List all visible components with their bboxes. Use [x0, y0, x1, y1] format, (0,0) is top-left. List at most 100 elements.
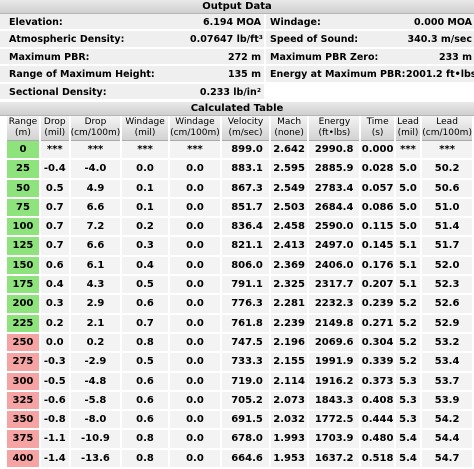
table-cell: 0.3 [40, 295, 69, 315]
table-cell: 0.6 [40, 256, 69, 277]
table-cell: 0.0 [169, 314, 221, 334]
output-value: 272 m [190, 48, 266, 67]
table-cell: 0.5 [122, 276, 168, 296]
column-header-unit: (mil) [397, 127, 419, 138]
table-cell: 851.7 [222, 198, 269, 219]
table-cell: *** [122, 140, 168, 161]
table-cell: 52.3 [422, 276, 472, 296]
table-cell: 0.5 [40, 179, 69, 199]
table-cell: -5.8 [70, 391, 121, 412]
table-cell: 821.1 [222, 237, 269, 257]
output-value: 0.233 lb/in² [190, 83, 266, 101]
column-header: Lead (mil) [395, 115, 421, 141]
table-row: 325 -0.6 -5.8 0.6 0.0 705.2 2.073 1843.3 0.408 5.… [7, 391, 472, 412]
table-cell: 2317.7 [309, 276, 360, 296]
table-cell: 0.0 [169, 179, 221, 199]
table-cell: 2406.0 [309, 256, 360, 277]
column-header-name: Windage [175, 116, 215, 127]
table-row: 175 0.4 4.3 0.5 0.0 791.1 2.325 2317.7 0.207 5.1 5… [7, 276, 472, 296]
table-cell: -0.6 [40, 391, 69, 412]
column-header-unit: (s) [371, 127, 384, 138]
table-cell: 0.176 [361, 256, 394, 277]
table-cell: 52.6 [422, 295, 472, 315]
output-data-title: Output Data [0, 0, 474, 14]
table-row: 200 0.3 2.9 0.6 0.0 776.3 2.281 2232.3 0.239 5.2 5… [7, 295, 472, 315]
table-cell: 0.6 [122, 391, 168, 412]
table-cell: 0.028 [361, 160, 394, 180]
table-row: 350 -0.8 -8.0 0.6 0.0 691.5 2.032 1772.5 0.444 5.… [7, 411, 472, 431]
table-cell: -1.4 [40, 449, 69, 469]
table-cell: 1703.9 [309, 430, 360, 450]
table-body: 0 *** *** *** *** 899.0 2.642 2990.8 0.000 *** ***… [7, 140, 472, 469]
table-cell: 5.0 [395, 218, 421, 238]
table-cell: 4.9 [70, 179, 121, 199]
table-row: 275 -0.3 -2.9 0.5 0.0 733.3 2.155 1991.9 0.339 5.… [7, 353, 472, 373]
table-cell: 719.0 [222, 372, 269, 392]
table-cell: 52.0 [422, 256, 472, 277]
column-header-unit: (mil) [134, 127, 156, 138]
column-header-unit: (cm/100m) [70, 127, 121, 138]
table-cell: 867.3 [222, 179, 269, 199]
table-cell: *** [422, 140, 472, 161]
table-cell: 2.642 [270, 140, 308, 161]
range-cell: 200 [7, 295, 39, 315]
table-cell: 0.1 [122, 198, 168, 219]
table-cell: 2069.6 [309, 333, 360, 354]
output-row: Sectional Density: 0.233 lb/in² [0, 83, 474, 101]
output-label: Range of Maximum Height: [0, 66, 190, 84]
column-header-unit: (cm/100m) [422, 127, 472, 138]
table-cell: 0.0 [169, 391, 221, 412]
table-cell: 0.145 [361, 237, 394, 257]
table-cell: 0.480 [361, 430, 394, 450]
table-cell: 0.0 [169, 237, 221, 257]
table-row: 50 0.5 4.9 0.1 0.0 867.3 2.549 2783.4 0.057 5.0 50… [7, 179, 472, 199]
range-cell: 325 [7, 391, 39, 412]
table-cell: 733.3 [222, 353, 269, 373]
column-header: Velocity (m/sec) [222, 115, 269, 141]
table-cell: 54.2 [422, 411, 472, 431]
table-cell: 2.369 [270, 256, 308, 277]
table-cell: 1843.3 [309, 391, 360, 412]
table-cell: 791.1 [222, 276, 269, 296]
table-cell: 54.4 [422, 430, 472, 450]
table-cell: 806.0 [222, 256, 269, 277]
ballistics-report: Output Data Elevation: 6.194 MOA Windage: 0… [0, 0, 474, 469]
table-cell: 5.1 [395, 237, 421, 257]
table-cell: 0.0 [169, 218, 221, 238]
calculated-table: Range (m) Drop (mil) Drop (cm/100m) Windage (mi… [5, 115, 474, 469]
table-cell: -1.1 [40, 430, 69, 450]
table-cell: 5.1 [395, 276, 421, 296]
table-cell: 2684.4 [309, 198, 360, 219]
table-row: 125 0.7 6.6 0.3 0.0 821.1 2.413 2497.0 0.145 5.1 5… [7, 237, 472, 257]
column-header-name: Range [8, 116, 38, 127]
table-cell: 664.6 [222, 449, 269, 469]
table-row: 375 -1.1 -10.9 0.8 0.0 678.0 1.993 1703.9 0.480 5… [7, 430, 472, 450]
table-cell: 5.4 [395, 430, 421, 450]
table-cell: 883.1 [222, 160, 269, 180]
table-cell: 5.3 [395, 411, 421, 431]
column-header: Time (s) [361, 115, 394, 141]
table-cell: -10.9 [70, 430, 121, 450]
output-row: Atmospheric Density: 0.07647 lb/ft³ Speed … [0, 31, 474, 49]
output-value: 0.07647 lb/ft³ [190, 31, 266, 49]
table-cell: *** [169, 140, 221, 161]
table-cell: 0.7 [40, 218, 69, 238]
table-cell: 747.5 [222, 333, 269, 354]
table-cell: 2.503 [270, 198, 308, 219]
table-cell: -0.4 [40, 160, 69, 180]
range-cell: 275 [7, 353, 39, 373]
output-label: Sectional Density: [0, 83, 190, 101]
table-cell: 0.0 [169, 256, 221, 277]
table-cell: 761.8 [222, 314, 269, 334]
table-cell: 51.4 [422, 218, 472, 238]
range-cell: 100 [7, 218, 39, 238]
column-header: Windage (cm/100m) [169, 115, 221, 141]
output-data-grid: Elevation: 6.194 MOA Windage: 0.000 MOA Atmo… [0, 14, 474, 101]
table-cell: 2.281 [270, 295, 308, 315]
table-cell: 5.2 [395, 314, 421, 334]
table-cell: 0.0 [169, 333, 221, 354]
table-cell: 52.9 [422, 314, 472, 334]
table-cell: 2232.3 [309, 295, 360, 315]
table-cell: 0.0 [169, 160, 221, 180]
table-row: 25 -0.4 -4.0 0.0 0.0 883.1 2.595 2885.9 0.028 5.0… [7, 160, 472, 180]
